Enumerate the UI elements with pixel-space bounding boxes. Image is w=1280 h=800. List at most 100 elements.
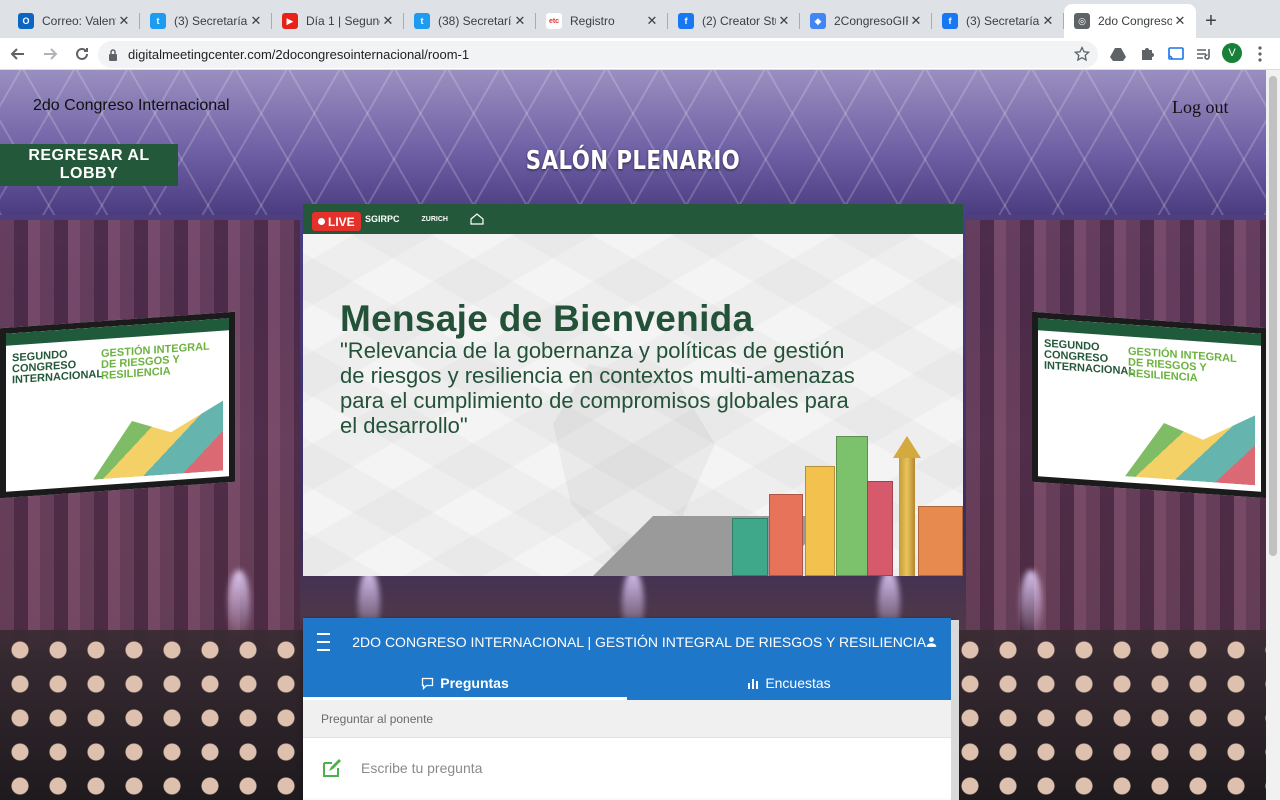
back-button[interactable] xyxy=(4,40,32,68)
ask-speaker-label: Preguntar al ponente xyxy=(303,700,951,738)
left-side-monitor: SEGUNDO CONGRESO INTERNACIONAL GESTIÓN I… xyxy=(0,311,235,499)
browser-tab[interactable]: f (2) Creator Stu ✕ xyxy=(668,4,800,38)
reload-button[interactable] xyxy=(68,40,96,68)
bar-chart-icon xyxy=(748,679,759,689)
video-frame: Mensaje de Bienvenida "Relevancia de la … xyxy=(303,234,963,576)
browser-tab-title: (2) Creator Stu xyxy=(702,14,776,28)
close-icon[interactable]: ✕ xyxy=(776,13,792,29)
drive-extension-button[interactable] xyxy=(1108,44,1128,64)
city-illustration xyxy=(1125,406,1255,485)
widget-scrollbar[interactable] xyxy=(951,620,959,800)
facebook-icon: f xyxy=(942,13,958,29)
browser-tab-title: (38) Secretaría xyxy=(438,14,512,28)
sgirpc-logo: SGIRPC xyxy=(365,214,400,224)
browser-tab[interactable]: ◆ 2CongresoGIR ✕ xyxy=(800,4,932,38)
cast-icon xyxy=(1168,47,1184,60)
close-icon[interactable]: ✕ xyxy=(116,13,132,29)
outlook-icon: O xyxy=(18,13,34,29)
user-icon[interactable] xyxy=(926,633,937,651)
twitter-icon: t xyxy=(414,13,430,29)
chat-bubble-icon xyxy=(422,677,434,690)
back-to-lobby-button[interactable]: REGRESAR AL LOBBY xyxy=(0,144,178,186)
live-badge: LIVE xyxy=(312,212,361,231)
home-logo-icon xyxy=(470,213,484,225)
question-input[interactable] xyxy=(361,760,901,776)
browser-tab[interactable]: ▶ Día 1 | Segundo✕ xyxy=(272,4,404,38)
page-scrollbar[interactable] xyxy=(1266,70,1280,800)
lock-icon xyxy=(109,48,117,61)
monument-column xyxy=(899,456,915,576)
extensions-button[interactable] xyxy=(1137,44,1157,64)
close-icon[interactable]: ✕ xyxy=(1040,13,1056,29)
arrow-left-icon xyxy=(10,47,24,60)
forward-button[interactable] xyxy=(36,40,64,68)
site-title[interactable]: 2do Congreso Internacional xyxy=(33,97,230,115)
hamburger-menu-icon[interactable] xyxy=(317,633,331,651)
zurich-logo: ZURICH xyxy=(421,215,448,223)
close-icon[interactable]: ✕ xyxy=(248,13,264,29)
close-icon[interactable]: ✕ xyxy=(380,13,396,29)
logout-button[interactable]: Log out xyxy=(1172,97,1229,118)
browser-tab[interactable]: etc Registro ✕ xyxy=(536,4,668,38)
media-control-button[interactable] xyxy=(1194,44,1214,64)
browser-tab-title: Día 1 | Segundo xyxy=(306,14,380,28)
browser-toolbar: digitalmeetingcenter.com/2docongresointe… xyxy=(0,38,1280,70)
new-tab-button[interactable]: + xyxy=(1196,4,1226,38)
stage-truss-background xyxy=(0,70,1266,215)
puzzle-icon xyxy=(1142,48,1154,60)
auditorium-page: 2do Congreso Internacional Log out REGRE… xyxy=(0,70,1266,800)
qa-widget: 2DO CONGRESO INTERNACIONAL | GESTIÓN INT… xyxy=(303,618,951,800)
youtube-icon: ▶ xyxy=(282,13,298,29)
more-vertical-icon xyxy=(1258,46,1262,62)
monitor-subtext: RESILIENCIA xyxy=(1128,367,1198,385)
building-shape xyxy=(836,436,868,576)
video-quote: "Relevancia de la gobernanza y políticas… xyxy=(340,338,855,438)
browser-tab-title: Registro xyxy=(570,14,615,28)
right-side-monitor: SEGUNDO CONGRESO INTERNACIONAL GESTIÓN I… xyxy=(1032,311,1266,499)
browser-tab[interactable]: t (38) Secretaría ✕ xyxy=(404,4,536,38)
widget-tabs: Preguntas Encuestas xyxy=(303,666,951,700)
video-logo-bar: SGIRPC ZURICH xyxy=(303,204,963,234)
compose-icon xyxy=(323,759,341,777)
browser-tab-title: 2do Congreso xyxy=(1098,14,1172,28)
browser-tab[interactable]: f (3) Secretaría d✕ xyxy=(932,4,1064,38)
widget-header: 2DO CONGRESO INTERNACIONAL | GESTIÓN INT… xyxy=(303,618,951,666)
cast-button[interactable] xyxy=(1166,44,1186,64)
tab-polls[interactable]: Encuestas xyxy=(627,666,951,700)
video-heading: Mensaje de Bienvenida xyxy=(340,298,754,339)
close-icon[interactable]: ✕ xyxy=(512,13,528,29)
close-icon[interactable]: ✕ xyxy=(908,13,924,29)
monument-statue xyxy=(893,436,921,458)
browser-tab[interactable]: t (3) Secretaría d✕ xyxy=(140,4,272,38)
profile-avatar[interactable]: V xyxy=(1222,43,1242,63)
close-icon[interactable]: ✕ xyxy=(1172,13,1188,29)
browser-tab[interactable]: O Correo: Valenti ✕ xyxy=(8,4,140,38)
registro-icon: etc xyxy=(546,13,562,29)
city-illustration xyxy=(93,401,223,480)
globe-icon: ◎ xyxy=(1074,13,1090,29)
drive-icon xyxy=(1110,48,1126,61)
browser-tabstrip: OCorreo: Valenti✕t(3) Secretaría d✕▶Día … xyxy=(0,0,1280,38)
browser-tab-title: (3) Secretaría d xyxy=(966,14,1040,28)
google-icon: ◆ xyxy=(810,13,826,29)
monitor-subtext: RESILIENCIA xyxy=(101,365,171,383)
live-dot-icon xyxy=(318,218,325,225)
live-label: LIVE xyxy=(328,214,355,229)
close-icon[interactable]: ✕ xyxy=(644,13,660,29)
browser-menu-button[interactable] xyxy=(1250,44,1270,64)
page-scrollbar-thumb[interactable] xyxy=(1269,76,1277,556)
address-bar[interactable]: digitalmeetingcenter.com/2docongresointe… xyxy=(98,41,1098,68)
reload-icon xyxy=(76,47,88,60)
live-video-player[interactable]: LIVE SGIRPC ZURICH Mensaje de Bienvenida… xyxy=(303,204,963,576)
browser-tab-title: Correo: Valenti xyxy=(42,14,116,28)
building-shape xyxy=(867,481,893,576)
tab-questions[interactable]: Preguntas xyxy=(303,666,627,700)
star-icon xyxy=(1074,46,1090,62)
url-text: digitalmeetingcenter.com/2docongresointe… xyxy=(128,47,470,62)
browser-tab[interactable]: ◎ 2do Congreso ✕ xyxy=(1064,4,1196,38)
room-title: SALÓN PLENARIO xyxy=(525,146,741,176)
tab-questions-label: Preguntas xyxy=(440,675,509,691)
bookmark-star-button[interactable] xyxy=(1072,44,1092,64)
arrow-right-icon xyxy=(44,47,58,60)
browser-tab-title: 2CongresoGIR xyxy=(834,14,908,28)
